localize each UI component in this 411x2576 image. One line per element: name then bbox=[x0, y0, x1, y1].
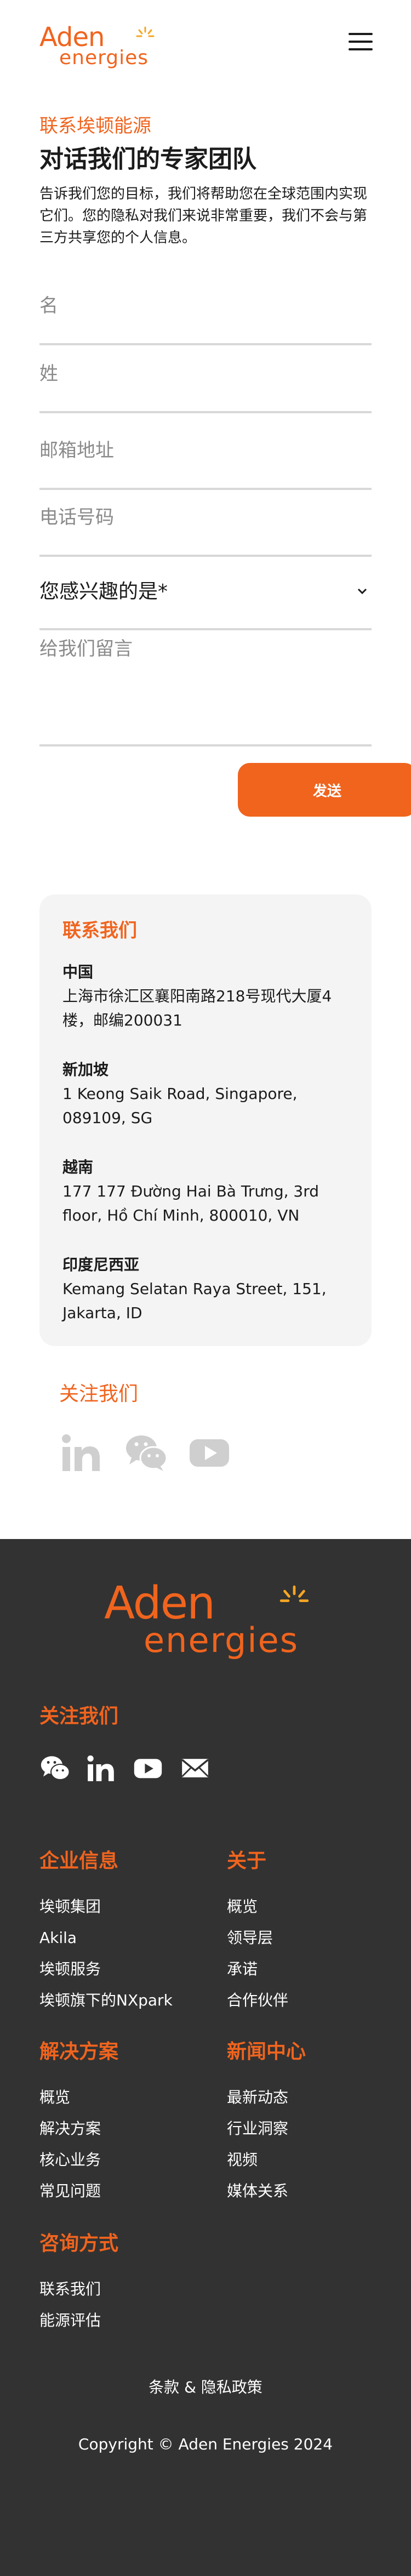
message-textarea[interactable] bbox=[39, 637, 372, 709]
first-name-field-wrap bbox=[39, 294, 372, 345]
message-field-wrap bbox=[39, 637, 372, 746]
linkedin-icon[interactable] bbox=[85, 1753, 116, 1783]
last-name-input[interactable] bbox=[39, 363, 372, 385]
copyright: Copyright © Aden Energies 2024 bbox=[78, 2435, 333, 2453]
youtube-icon[interactable] bbox=[133, 1753, 163, 1783]
interest-select[interactable]: 您感兴趣的是* bbox=[39, 579, 372, 630]
office-name: 中国 bbox=[62, 963, 94, 981]
site-header: Aden energies bbox=[0, 0, 411, 93]
spark-icon bbox=[136, 26, 155, 37]
first-name-input[interactable] bbox=[39, 295, 372, 317]
footer-link[interactable]: Akila bbox=[39, 1922, 215, 1953]
footer-col-solutions: 解决方案 概览 解决方案 核心业务 常见问题 bbox=[39, 2039, 215, 2207]
contact-card: 联系我们 中国 上海市徐汇区襄阳南路218号现代大厦4楼，邮编200031 新加… bbox=[39, 894, 372, 1346]
office-name: 印度尼西亚 bbox=[62, 1256, 140, 1274]
contact-title: 联系我们 bbox=[62, 920, 137, 942]
footer-link[interactable]: 埃顿集团 bbox=[39, 1891, 215, 1922]
aden-logo[interactable]: Aden energies bbox=[39, 22, 155, 71]
linkedin-icon[interactable] bbox=[59, 1431, 103, 1474]
intro-kicker: 联系埃顿能源 bbox=[39, 115, 151, 137]
terms-privacy-link[interactable]: 条款 & 隐私政策 bbox=[0, 2376, 411, 2398]
office-vietnam: 越南 177 177 Đường Hai Bà Trưng, 3rd floor… bbox=[62, 1156, 358, 1228]
office-address: 177 177 Đường Hai Bà Trưng, 3rd floor, H… bbox=[62, 1182, 319, 1224]
phone-field-wrap bbox=[39, 505, 372, 557]
contact-intro: 联系埃顿能源 对话我们的专家团队 告诉我们您的目标，我们将帮助您在全球范围内实现… bbox=[39, 114, 374, 249]
footer-link[interactable]: 埃顿旗下的NXpark bbox=[39, 1985, 215, 2016]
footer-logo-subtitle: energies bbox=[144, 1620, 299, 1660]
footer-link[interactable]: 合作伙伴 bbox=[227, 1985, 402, 2016]
footer-link[interactable]: 埃顿服务 bbox=[39, 1953, 215, 1985]
email-field-wrap bbox=[39, 438, 372, 490]
footer-col-news: 新闻中心 最新动态 行业洞察 视频 媒体关系 bbox=[227, 2039, 402, 2207]
chevron-down-icon bbox=[357, 588, 367, 595]
footer-link[interactable]: 最新动态 bbox=[227, 2082, 402, 2113]
wechat-icon[interactable] bbox=[39, 1753, 70, 1783]
footer-link[interactable]: 核心业务 bbox=[39, 2144, 215, 2175]
footer-follow-title: 关注我们 bbox=[39, 1705, 119, 1728]
footer-link[interactable]: 能源评估 bbox=[39, 2305, 215, 2336]
send-button[interactable]: 发送 bbox=[238, 763, 411, 817]
office-name: 越南 bbox=[62, 1158, 94, 1176]
footer-col-title: 关于 bbox=[227, 1850, 267, 1872]
hamburger-icon[interactable] bbox=[349, 31, 375, 53]
footer-col-title: 企业信息 bbox=[39, 1850, 119, 1872]
footer-col-title: 咨询方式 bbox=[39, 2232, 119, 2255]
footer-link[interactable]: 常见问题 bbox=[39, 2175, 215, 2207]
footer-col-title: 新闻中心 bbox=[227, 2041, 306, 2063]
youtube-icon[interactable] bbox=[187, 1431, 231, 1474]
intro-description: 告诉我们您的目标，我们将帮助您在全球范围内实现它们。您的隐私对我们来说非常重要，… bbox=[39, 186, 368, 246]
footer-link[interactable]: 领导层 bbox=[227, 1922, 402, 1953]
footer-link[interactable]: 视频 bbox=[227, 2144, 402, 2175]
email-input[interactable] bbox=[39, 440, 372, 461]
footer-link[interactable]: 联系我们 bbox=[39, 2273, 215, 2305]
site-footer: Aden energies 关注我们 企业信息 埃顿集团 Akila 埃顿服务 … bbox=[0, 1539, 411, 2576]
footer-link[interactable]: 概览 bbox=[227, 1891, 402, 1922]
page-title: 对话我们的专家团队 bbox=[39, 145, 256, 173]
footer-link[interactable]: 概览 bbox=[39, 2082, 215, 2113]
footer-link[interactable]: 承诺 bbox=[227, 1953, 402, 1985]
office-name: 新加坡 bbox=[62, 1061, 109, 1079]
office-singapore: 新加坡 1 Keong Saik Road, Singapore, 089109… bbox=[62, 1059, 358, 1130]
follow-icons bbox=[59, 1431, 240, 1474]
footer-col-company: 企业信息 埃顿集团 Akila 埃顿服务 埃顿旗下的NXpark bbox=[39, 1848, 215, 2016]
footer-link[interactable]: 行业洞察 bbox=[227, 2113, 402, 2144]
interest-select-label: 您感兴趣的是* bbox=[39, 580, 168, 603]
wechat-icon[interactable] bbox=[124, 1431, 168, 1474]
last-name-field-wrap bbox=[39, 362, 372, 413]
mail-icon[interactable] bbox=[180, 1753, 210, 1783]
follow-title: 关注我们 bbox=[59, 1383, 139, 1405]
logo-subtitle: energies bbox=[59, 47, 149, 69]
office-address: 1 Keong Saik Road, Singapore, 089109, SG bbox=[62, 1085, 298, 1127]
office-address: Kemang Selatan Raya Street, 151, Jakarta… bbox=[62, 1280, 327, 1322]
follow-section: 关注我们 bbox=[59, 1381, 229, 1471]
footer-link[interactable]: 媒体关系 bbox=[227, 2175, 402, 2207]
office-china: 中国 上海市徐汇区襄阳南路218号现代大厦4楼，邮编200031 bbox=[62, 961, 358, 1033]
footer-col-about: 关于 概览 领导层 承诺 合作伙伴 bbox=[227, 1848, 402, 2016]
office-indonesia: 印度尼西亚 Kemang Selatan Raya Street, 151, J… bbox=[62, 1254, 358, 1325]
footer-col-title: 解决方案 bbox=[39, 2041, 119, 2063]
footer-col-consult: 咨询方式 联系我们 能源评估 bbox=[39, 2231, 215, 2336]
phone-input[interactable] bbox=[39, 506, 372, 528]
spark-icon bbox=[279, 1585, 309, 1602]
footer-logo[interactable]: Aden energies bbox=[104, 1577, 309, 1665]
office-address: 上海市徐汇区襄阳南路218号现代大厦4楼，邮编200031 bbox=[62, 987, 332, 1029]
footer-link[interactable]: 解决方案 bbox=[39, 2113, 215, 2144]
